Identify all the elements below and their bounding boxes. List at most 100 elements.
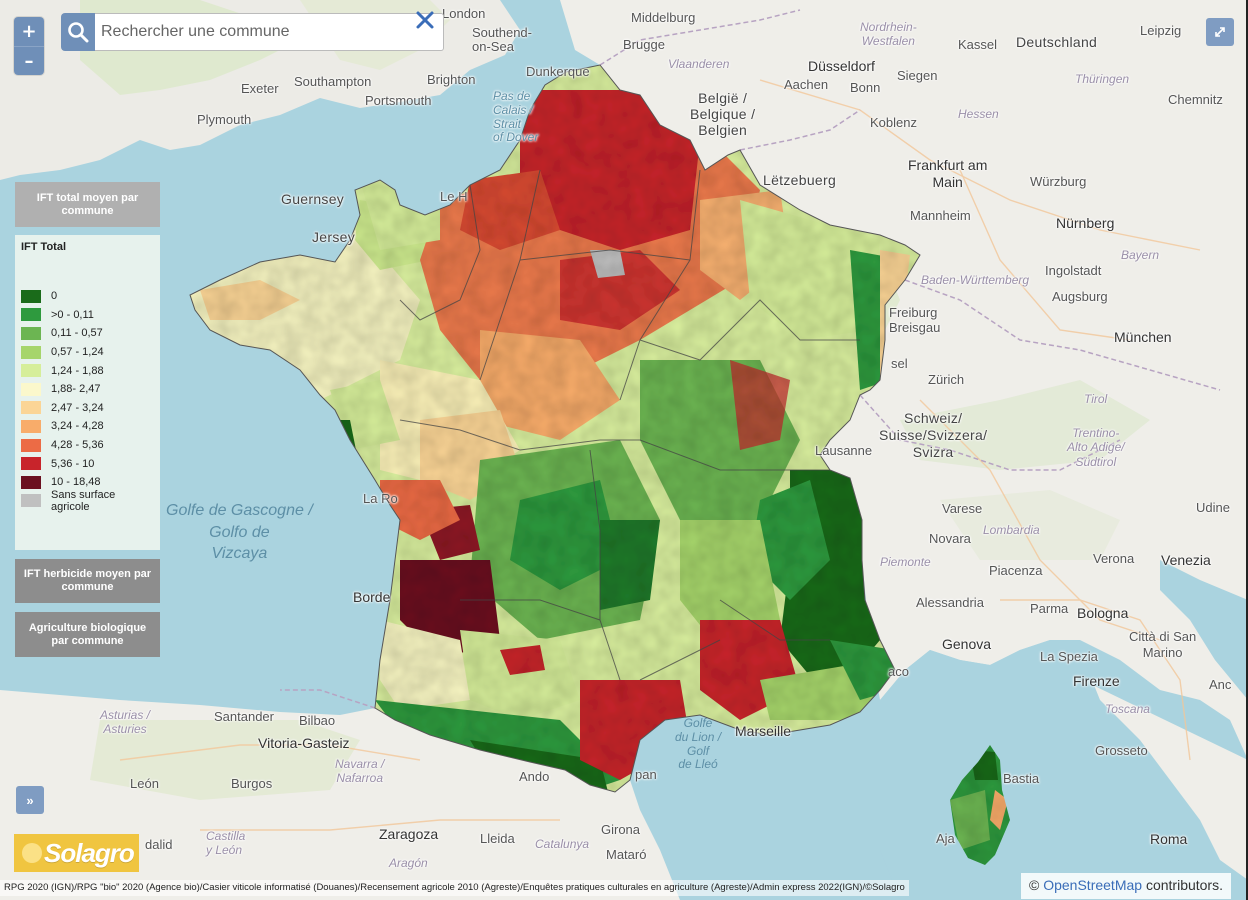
attribution-suffix: contributors. xyxy=(1145,877,1223,893)
fullscreen-button[interactable] xyxy=(1206,18,1234,46)
legend-label: 1,24 - 1,88 xyxy=(51,364,104,377)
layer-ift-herbicide-button[interactable]: IFT herbicide moyen par commune xyxy=(15,559,160,603)
search-icon xyxy=(68,22,89,43)
legend-label: >0 - 0,11 xyxy=(51,308,94,321)
openstreetmap-link[interactable]: OpenStreetMap xyxy=(1043,877,1142,893)
legend-label: 0,11 - 0,57 xyxy=(51,327,103,340)
label-perpignan: pan xyxy=(635,767,657,782)
label-asturias: Asturias / Asturies xyxy=(100,708,151,736)
label-leipzig: Leipzig xyxy=(1140,23,1182,38)
legend-swatch xyxy=(21,345,41,359)
close-icon xyxy=(416,11,434,29)
label-udine: Udine xyxy=(1196,500,1230,515)
attribution-prefix: © xyxy=(1029,877,1040,893)
label-freiburg: Freiburg Breisgau xyxy=(889,305,941,335)
legend-item: 0 xyxy=(21,287,154,306)
legend-item: >0 - 0,11 xyxy=(21,306,154,325)
label-marseille: Marseille xyxy=(735,723,792,739)
label-bastia: Bastia xyxy=(1003,771,1040,786)
legend-swatch xyxy=(21,364,41,378)
label-ajaccio: Aja xyxy=(936,831,955,846)
label-kassel: Kassel xyxy=(958,37,998,52)
label-vitoria: Vitoria-Gasteiz xyxy=(258,735,350,751)
label-venezia: Venezia xyxy=(1161,552,1211,568)
label-andorra: Ando xyxy=(519,769,550,784)
label-piemonte: Piemonte xyxy=(880,555,931,569)
label-dunkerque: Dunkerque xyxy=(526,64,590,79)
label-munchen: München xyxy=(1114,329,1172,345)
legend-panel: IFT Total 0 >0 - 0,11 0,11 - 0,57 0,57 - 1,… xyxy=(15,235,160,550)
layer-ift-total-button[interactable]: IFT total moyen par commune xyxy=(15,182,160,227)
label-wurzburg: Würzburg xyxy=(1030,174,1087,189)
data-sources: RPG 2020 (IGN)/RPG "bio" 2020 (Agence bi… xyxy=(0,880,909,896)
legend-swatch xyxy=(21,401,41,415)
label-golfe-lion: Golfe du Lion / Golf de Lleó xyxy=(675,716,722,772)
legend-label: 0,57 - 1,24 xyxy=(51,346,104,359)
solagro-logo: Solagro xyxy=(14,834,139,872)
legend-label: 3,24 - 4,28 xyxy=(51,420,104,433)
label-aragon: Aragón xyxy=(389,856,428,870)
legend-swatch xyxy=(21,289,41,303)
zoom-out-button[interactable]: – xyxy=(14,46,44,75)
search-input[interactable] xyxy=(95,13,444,51)
legend-swatch xyxy=(21,438,41,452)
legend-item: 3,24 - 4,28 xyxy=(21,417,154,436)
basemap xyxy=(0,0,1248,900)
map-canvas[interactable]: London Southend- on-Sea Southampton Brig… xyxy=(0,0,1248,900)
legend-swatch xyxy=(21,475,41,489)
label-roma: Roma xyxy=(1150,831,1188,847)
label-letzebuerg: Lëtzebuerg xyxy=(763,172,837,188)
label-middelburg: Middelburg xyxy=(631,10,696,25)
sun-icon xyxy=(22,843,42,863)
zoom-in-button[interactable]: + xyxy=(14,17,44,46)
clear-search-button[interactable] xyxy=(414,9,436,31)
label-aachen: Aachen xyxy=(784,77,829,92)
legend-item: 0,11 - 0,57 xyxy=(21,324,154,343)
label-parma: Parma xyxy=(1030,601,1069,616)
legend-item: 4,28 - 5,36 xyxy=(21,436,154,455)
label-firenze: Firenze xyxy=(1073,673,1120,689)
label-augsburg: Augsburg xyxy=(1052,289,1108,304)
double-chevron-right-icon: » xyxy=(26,792,34,808)
legend-swatch xyxy=(21,326,41,340)
legend-label: 4,28 - 5,36 xyxy=(51,439,104,452)
label-chemnitz: Chemnitz xyxy=(1168,92,1223,107)
label-grosseto: Grosseto xyxy=(1095,743,1148,758)
layer-agriculture-bio-button[interactable]: Agriculture biologique par commune xyxy=(15,612,160,657)
label-leon: León xyxy=(130,776,159,791)
legend-swatch xyxy=(21,419,41,433)
label-bologna: Bologna xyxy=(1077,605,1129,621)
label-pas-de-calais: Pas de Calais / Strait of Dover xyxy=(493,89,539,145)
label-valladolid: dalid xyxy=(145,837,173,852)
legend-label: 5,36 - 10 xyxy=(51,457,95,470)
label-jersey: Jersey xyxy=(312,229,356,245)
search-bar xyxy=(61,13,444,51)
label-lleida: Lleida xyxy=(480,831,515,846)
expand-sidebar-button[interactable]: » xyxy=(16,786,44,814)
label-schweiz: Schweiz/ Suisse/Svizzera/ Svizra xyxy=(879,410,988,460)
label-le-havre: Le H xyxy=(440,189,468,204)
label-santander: Santander xyxy=(214,709,274,724)
legend-swatch xyxy=(21,457,41,471)
label-lausanne: Lausanne xyxy=(815,443,873,458)
legend-item: 1,88- 2,47 xyxy=(21,380,154,399)
label-london: London xyxy=(442,6,486,21)
label-deutschland: Deutschland xyxy=(1016,34,1098,50)
label-plymouth: Plymouth xyxy=(197,112,252,127)
legend-swatch xyxy=(21,308,41,322)
label-monaco: aco xyxy=(888,664,909,679)
label-girona: Girona xyxy=(601,822,641,837)
label-baden: Baden-Württemberg xyxy=(921,273,1030,287)
label-san-marino: Città di San Marino xyxy=(1129,629,1197,660)
label-burgos: Burgos xyxy=(231,776,273,791)
legend-label: Sans surface agricole xyxy=(51,488,116,513)
label-basel: sel xyxy=(891,356,908,371)
label-castilla: Castilla y León xyxy=(206,829,246,857)
label-bonn: Bonn xyxy=(850,80,881,95)
label-nordrhein: Nordrhein- Westfalen xyxy=(860,20,917,48)
label-southampton: Southampton xyxy=(294,74,372,89)
label-guernsey: Guernsey xyxy=(281,191,345,207)
label-piacenza: Piacenza xyxy=(989,563,1043,578)
legend-item: Sans surface agricole xyxy=(21,488,154,513)
search-button[interactable] xyxy=(61,13,95,51)
